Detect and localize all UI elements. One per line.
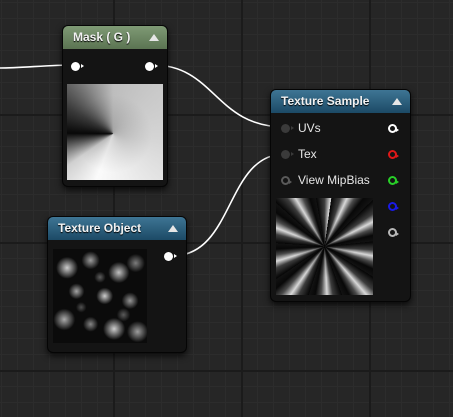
texture-object-node-title: Texture Object bbox=[58, 221, 142, 235]
mask-node-header[interactable]: Mask ( G ) bbox=[63, 26, 167, 49]
wire-mask-to-uvs[interactable] bbox=[152, 64, 286, 128]
mask-node[interactable]: Mask ( G ) bbox=[62, 25, 168, 187]
uvs-label: UVs bbox=[298, 121, 321, 135]
texture-object-preview-image bbox=[53, 249, 147, 343]
green-output-pin[interactable] bbox=[388, 176, 399, 185]
tex-input-pin[interactable] bbox=[281, 150, 294, 159]
mask-node-title: Mask ( G ) bbox=[73, 30, 131, 44]
mask-output-pin[interactable] bbox=[145, 62, 158, 71]
texture-sample-node[interactable]: Texture Sample UVs Tex View MipBias bbox=[270, 89, 411, 302]
collapse-arrow-icon[interactable] bbox=[149, 34, 159, 41]
texture-object-node[interactable]: Texture Object bbox=[47, 216, 187, 353]
view-mipbias-label: View MipBias bbox=[298, 173, 370, 187]
mask-preview-image bbox=[67, 84, 163, 180]
alpha-output-pin[interactable] bbox=[388, 228, 399, 237]
rgb-output-pin[interactable] bbox=[388, 124, 399, 133]
uvs-input-pin[interactable] bbox=[281, 124, 294, 133]
texture-object-output-pin[interactable] bbox=[164, 252, 177, 261]
texture-sample-node-title: Texture Sample bbox=[281, 94, 370, 108]
blue-output-pin[interactable] bbox=[388, 202, 399, 211]
texture-object-node-header[interactable]: Texture Object bbox=[48, 217, 186, 240]
texture-sample-preview-image bbox=[276, 198, 373, 295]
collapse-arrow-icon[interactable] bbox=[392, 98, 402, 105]
texture-sample-node-header[interactable]: Texture Sample bbox=[271, 90, 410, 113]
wire-object-to-tex[interactable] bbox=[171, 153, 286, 257]
mask-input-pin[interactable] bbox=[71, 62, 84, 71]
collapse-arrow-icon[interactable] bbox=[168, 225, 178, 232]
view-mipbias-input-pin[interactable] bbox=[281, 176, 292, 185]
tex-label: Tex bbox=[298, 147, 317, 161]
red-output-pin[interactable] bbox=[388, 150, 399, 159]
